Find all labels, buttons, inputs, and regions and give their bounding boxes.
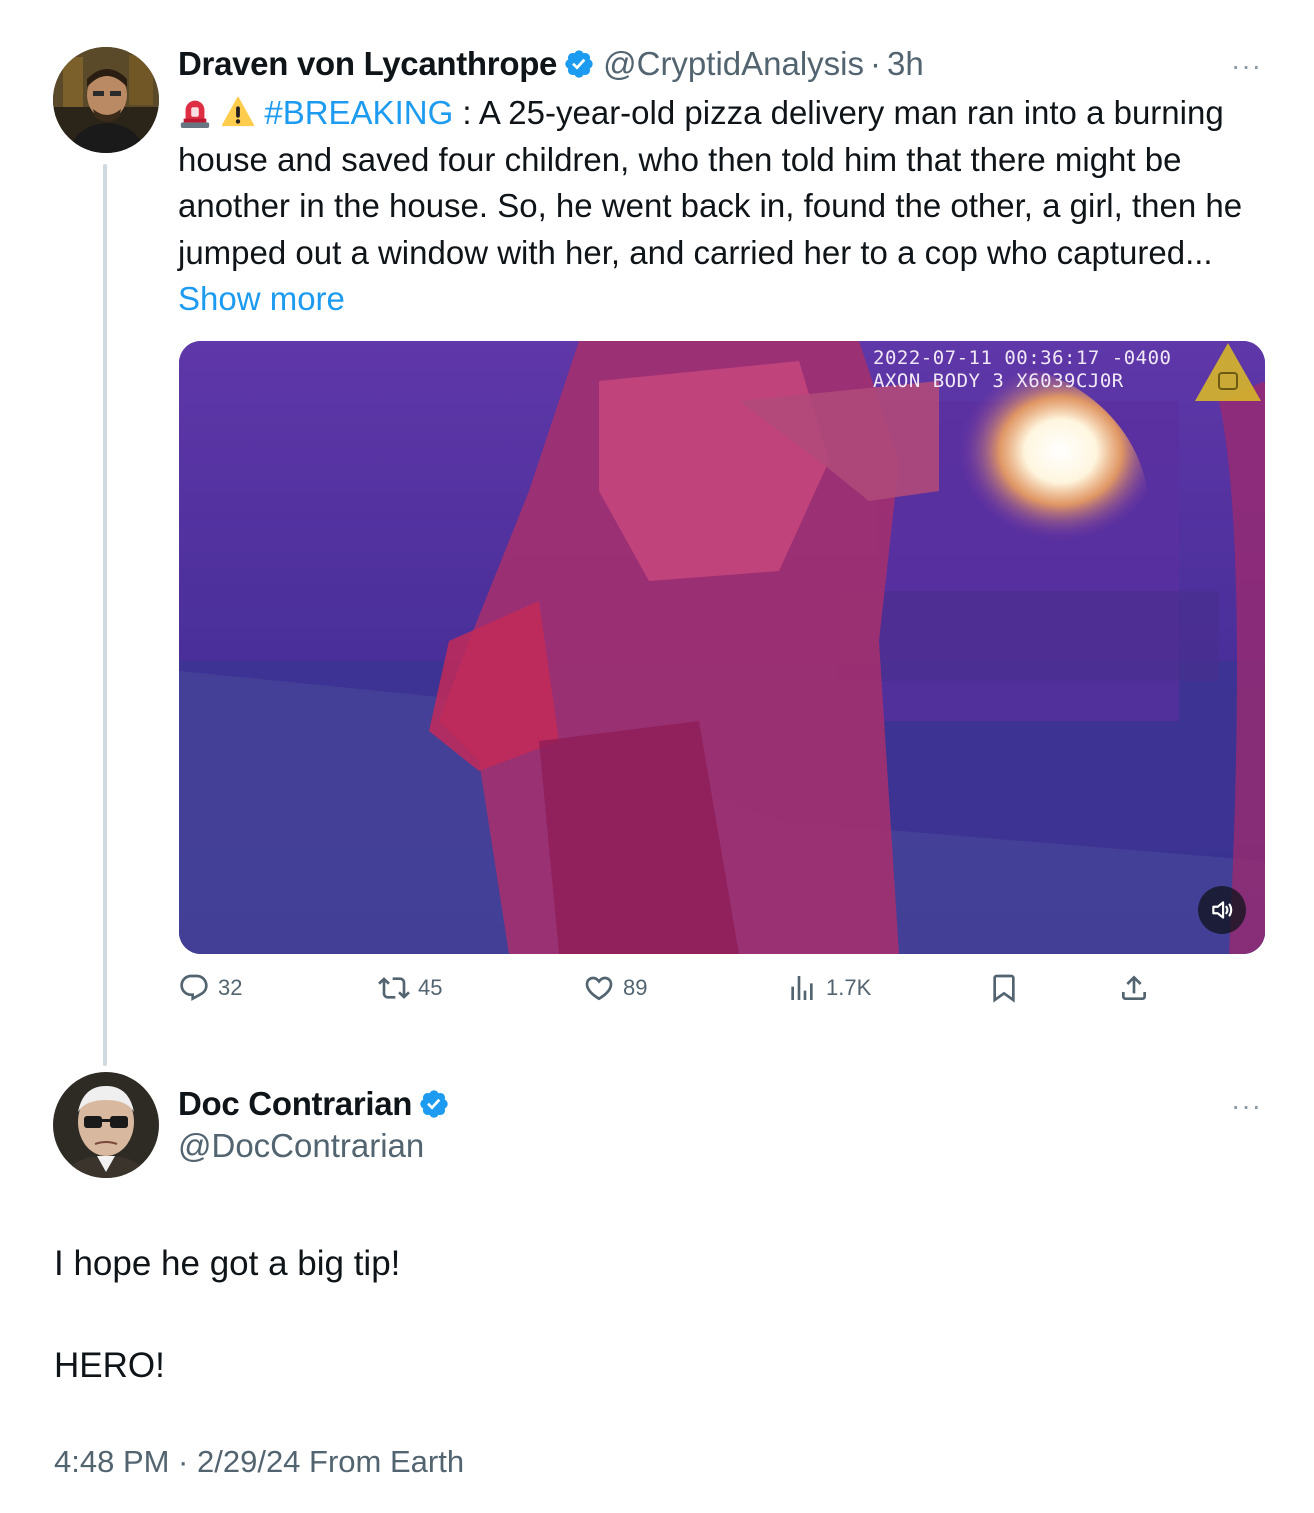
- tweet-action-bar: 32 45 89 1.7K: [178, 972, 1178, 1016]
- reply-text-line: I hope he got a big tip!: [54, 1244, 401, 1283]
- tweet-text: #BREAKING : A 25-year-old pizza delivery…: [178, 90, 1278, 323]
- verified-badge-icon: [420, 1090, 448, 1118]
- axon-logo-icon: [1195, 343, 1261, 401]
- reply-header: Doc Contrarian: [178, 1084, 450, 1124]
- views-button[interactable]: 1.7K: [786, 972, 871, 1004]
- more-options-button[interactable]: ···: [1231, 52, 1262, 80]
- bookmark-icon: [993, 974, 1015, 1003]
- views-chart-icon: [791, 976, 813, 1000]
- bookmark-button[interactable]: [988, 972, 1020, 1004]
- bodycam-timestamp: 2022-07-11 00:36:17 -0400: [873, 347, 1172, 369]
- repost-icon: [378, 977, 410, 999]
- avatar[interactable]: [53, 1072, 159, 1178]
- post-timestamp-meta[interactable]: 4:48 PM · 2/29/24 From Earth: [54, 1444, 464, 1480]
- show-more-link[interactable]: Show more: [178, 280, 345, 317]
- reply-button[interactable]: 32: [178, 972, 242, 1004]
- tweet-header: Draven von Lycanthrope @CryptidAnalysis …: [178, 44, 924, 84]
- header-separator: ·: [870, 45, 882, 82]
- warning-emoji-icon: [222, 96, 255, 127]
- like-count: 89: [623, 975, 648, 1000]
- author-handle[interactable]: @DocContrarian: [178, 1127, 424, 1165]
- author-handle[interactable]: @CryptidAnalysis: [603, 45, 864, 83]
- heart-icon: [585, 976, 613, 1001]
- author-name[interactable]: Doc Contrarian: [178, 1085, 412, 1123]
- speaker-muted-icon: [1212, 901, 1233, 919]
- bodycam-overlay: 2022-07-11 00:36:17 -0400 AXON BODY 3 X6…: [873, 347, 1171, 393]
- video-player[interactable]: 2022-07-11 00:36:17 -0400 AXON BODY 3 X6…: [179, 341, 1265, 954]
- repost-count: 45: [418, 975, 443, 1000]
- reply-count: 32: [218, 975, 243, 1000]
- share-icon: [1122, 975, 1146, 1000]
- like-button[interactable]: 89: [583, 972, 647, 1004]
- avatar-image: [53, 47, 159, 153]
- mute-toggle-button[interactable]: [1198, 886, 1246, 934]
- hashtag-link[interactable]: #BREAKING: [264, 94, 453, 131]
- siren-emoji-icon: [180, 100, 210, 129]
- post-time[interactable]: 3h: [887, 45, 924, 83]
- bodycam-device-id: AXON BODY 3 X6039CJ0R: [873, 370, 1124, 392]
- avatar-image: [53, 1072, 159, 1178]
- share-button[interactable]: [1118, 972, 1150, 1004]
- avatar[interactable]: [53, 47, 159, 153]
- verified-badge-icon: [565, 50, 593, 78]
- repost-button[interactable]: 45: [378, 972, 442, 1004]
- reply-icon: [180, 974, 208, 1001]
- video-frame: [179, 341, 1265, 954]
- thread-connector-line: [103, 164, 107, 1066]
- more-options-button[interactable]: ···: [1231, 1092, 1262, 1120]
- reply-text-line: HERO!: [54, 1346, 165, 1385]
- views-count: 1.7K: [826, 975, 872, 1000]
- author-name[interactable]: Draven von Lycanthrope: [178, 45, 557, 83]
